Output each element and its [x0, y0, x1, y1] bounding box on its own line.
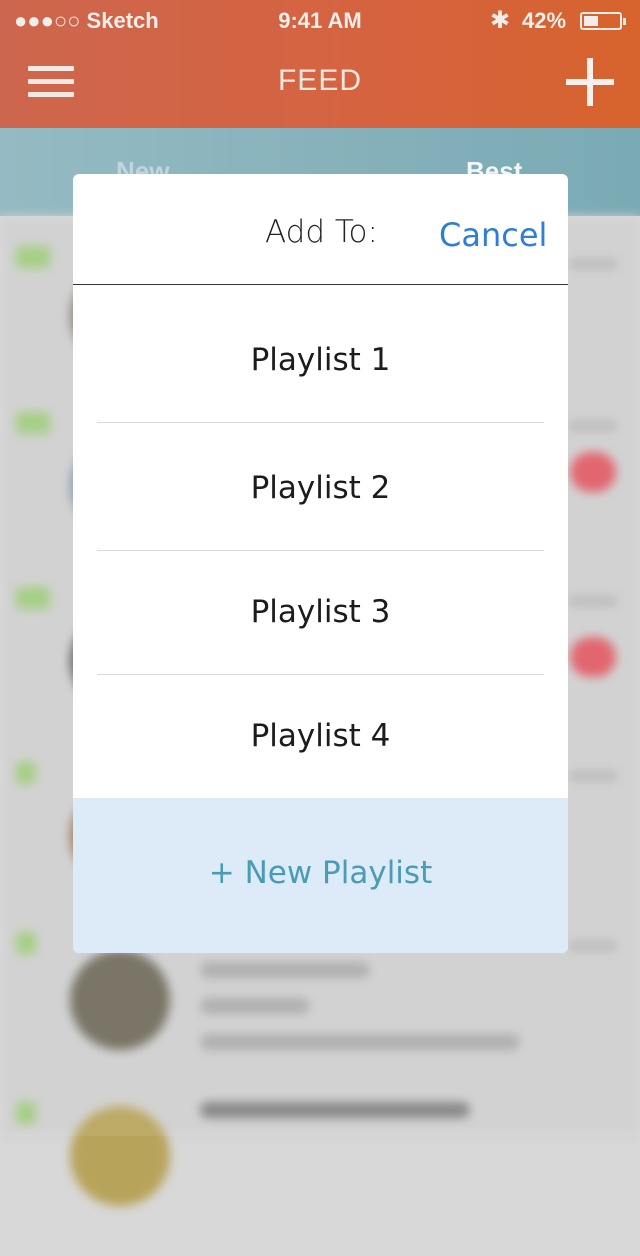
- playlist-item-2[interactable]: Playlist 2: [97, 426, 544, 551]
- new-playlist-button[interactable]: + New Playlist: [73, 798, 568, 953]
- cancel-button[interactable]: Cancel: [439, 216, 547, 254]
- add-to-playlist-dialog: Add To: Cancel Playlist 1 Playlist 2 Pla…: [73, 174, 568, 953]
- playlist-item-1[interactable]: Playlist 1: [97, 298, 544, 423]
- dialog-title: Add To:: [265, 214, 378, 250]
- playlist-item-3[interactable]: Playlist 3: [97, 550, 544, 675]
- playlist-item-4[interactable]: Playlist 4: [97, 674, 544, 798]
- dialog-header: Add To: Cancel: [73, 174, 568, 285]
